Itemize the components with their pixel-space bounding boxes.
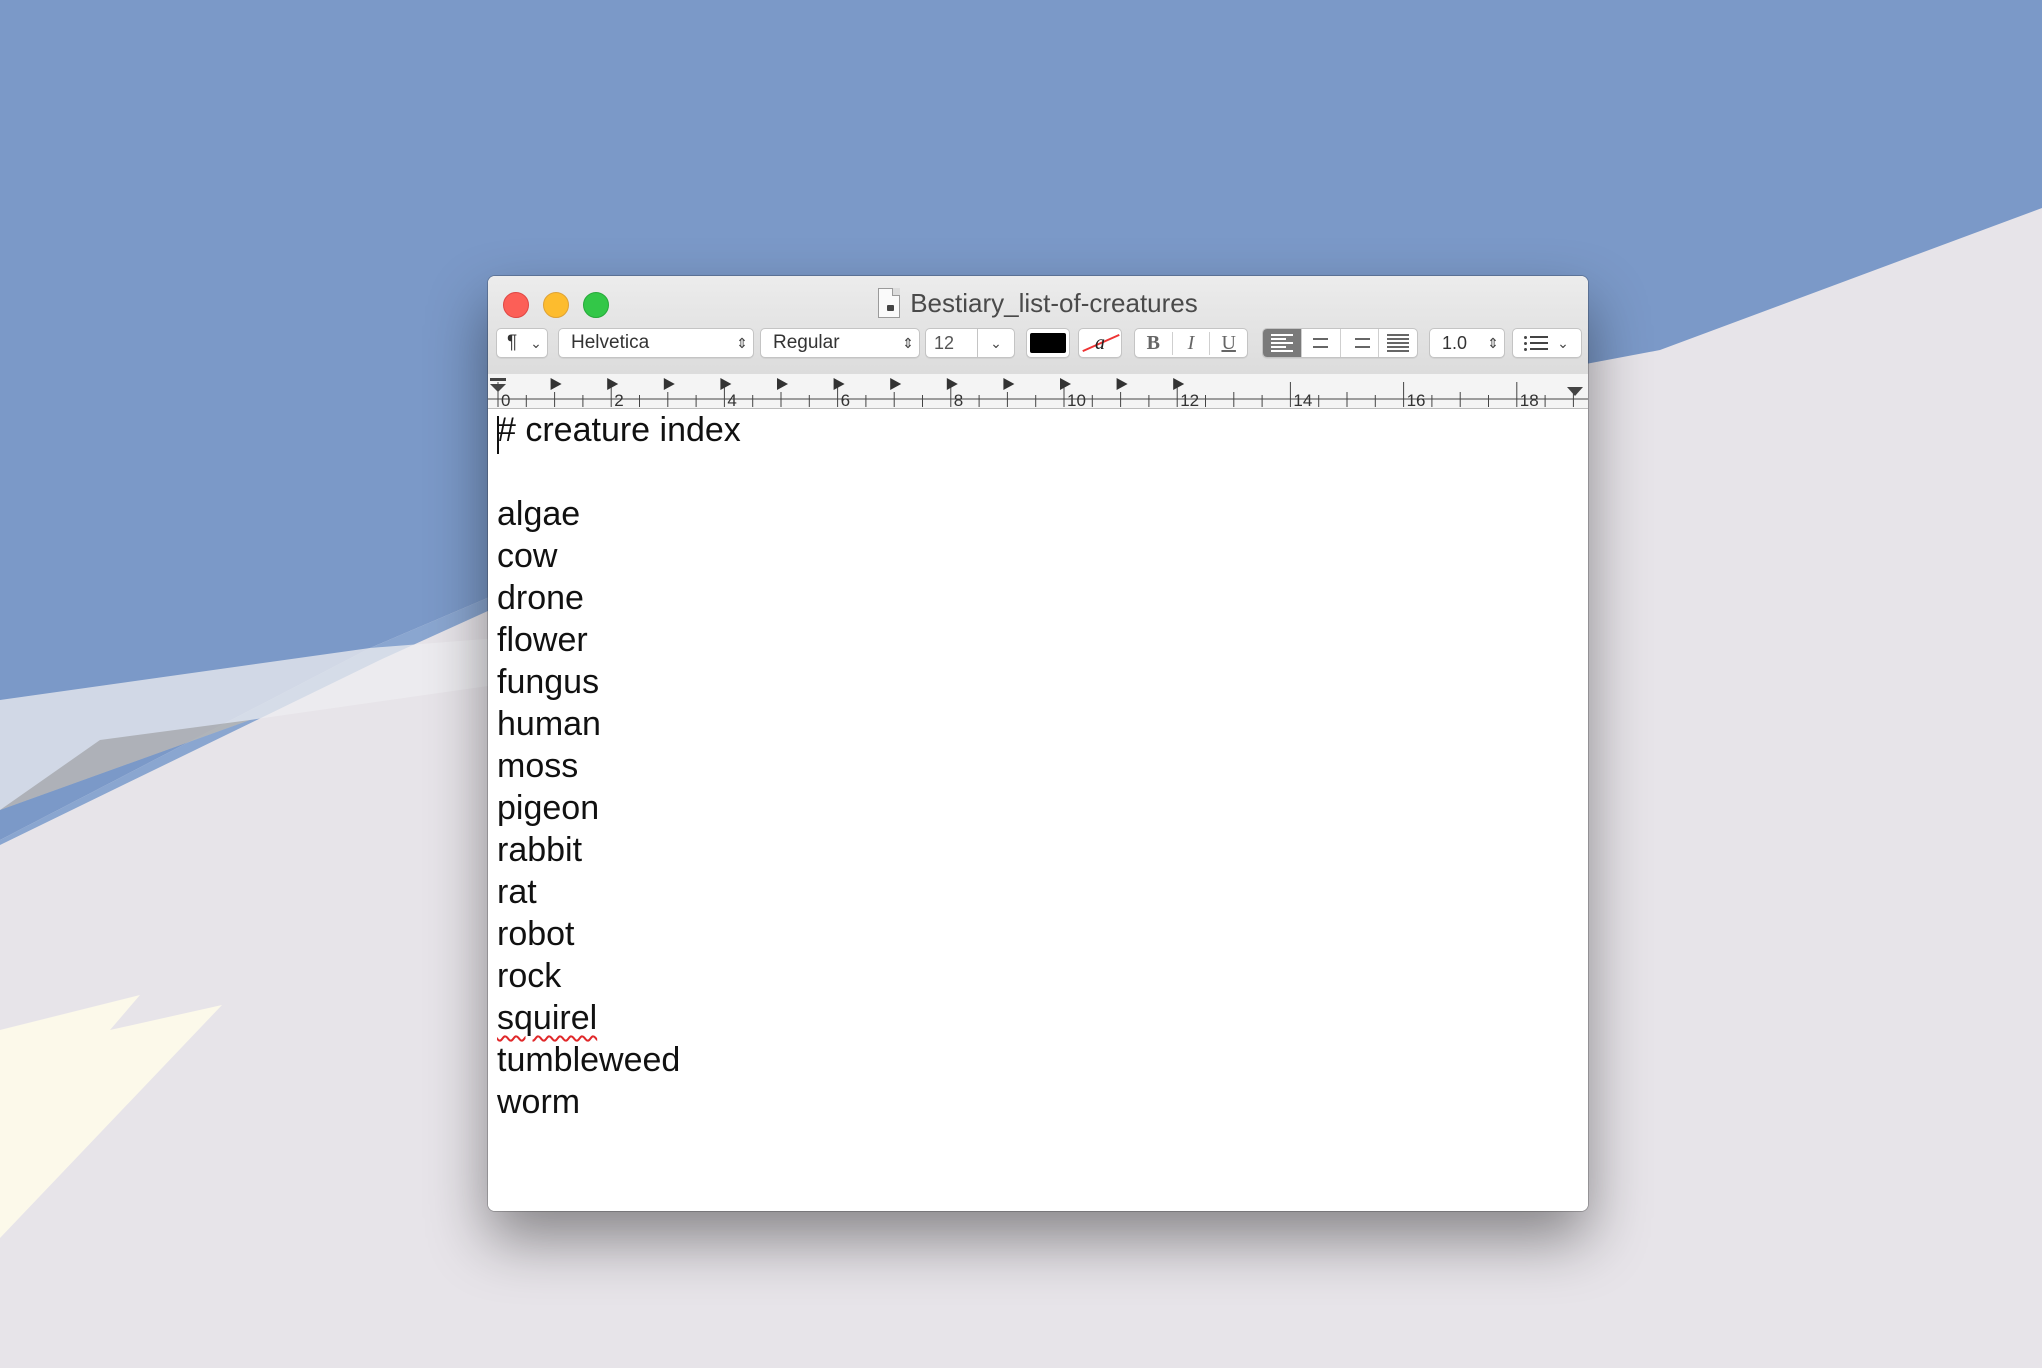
list-item: human (497, 705, 601, 743)
tab-stop-marker[interactable] (946, 378, 958, 390)
tab-stop-marker[interactable] (777, 378, 788, 390)
align-right-icon (1348, 334, 1371, 352)
paragraph-styles-button[interactable]: ¶ ⌄ (496, 328, 548, 358)
tab-stop-marker[interactable] (550, 378, 562, 390)
ruler[interactable]: 0 2 4 6 8 10 12 14 16 18 (488, 374, 1588, 409)
textedit-window: Bestiary_list-of-creatures ¶ ⌄ Helvetica… (488, 276, 1588, 1211)
list-bullets-button[interactable]: ⌄ (1512, 328, 1582, 358)
font-size-value[interactable]: 12 (926, 333, 977, 354)
list-item: rabbit (497, 831, 583, 869)
tab-stop-marker[interactable] (1003, 378, 1015, 390)
bulleted-list-icon (1524, 335, 1548, 351)
align-right-button[interactable] (1339, 329, 1379, 357)
misspelled-word[interactable]: squirel (497, 999, 597, 1037)
font-size-combobox[interactable]: 12 ⌄ (925, 328, 1015, 358)
list-item: worm (497, 1083, 581, 1121)
document-heading: # creature index (497, 411, 741, 449)
ruler-label: 2 (614, 391, 623, 408)
document-text[interactable]: # creature index algae cow drone flower fung… (497, 409, 741, 1123)
ruler-label: 16 (1407, 391, 1426, 408)
chevron-down-icon[interactable]: ⌄ (978, 335, 1014, 352)
highlight-letter: a (1095, 331, 1105, 354)
line-spacing-select[interactable]: 1.0 ⇕ (1429, 328, 1505, 358)
window-title: Bestiary_list-of-creatures (910, 287, 1198, 318)
ruler-label: 14 (1293, 391, 1312, 408)
font-family-value: Helvetica (571, 332, 650, 353)
list-item: squirel (497, 997, 741, 1039)
tab-stop-marker[interactable] (720, 378, 732, 390)
tab-stop-marker[interactable] (1116, 378, 1128, 390)
updown-chevron-icon: ⇕ (1487, 334, 1499, 351)
font-style-value: Regular (773, 332, 840, 353)
list-item: cow (497, 537, 558, 575)
tab-stop-marker[interactable] (663, 378, 675, 390)
list-item: pigeon (497, 789, 600, 827)
format-bar: ¶ ⌄ Helvetica ⇕ Regular ⇕ 12 ⌄ a B I U 1… (488, 326, 1588, 362)
paragraph-icon: ¶ (507, 332, 518, 353)
tab-stop-marker[interactable] (607, 378, 619, 390)
document-body[interactable]: # creature index algae cow drone flower fung… (488, 409, 1588, 1211)
tab-stop-marker[interactable] (890, 378, 902, 390)
tab-stop-marker[interactable] (833, 378, 845, 390)
chevron-down-icon: ⌄ (530, 334, 542, 351)
list-item: tumbleweed (497, 1041, 681, 1079)
alignment-buttons (1262, 328, 1418, 358)
ruler-label: 12 (1180, 391, 1199, 408)
ruler-label: 0 (501, 391, 510, 408)
font-family-select[interactable]: Helvetica ⇕ (558, 328, 754, 358)
chevron-down-icon: ⌄ (1557, 334, 1569, 351)
align-left-icon (1270, 334, 1293, 352)
right-margin-marker[interactable] (1567, 387, 1583, 396)
font-style-select[interactable]: Regular ⇕ (760, 328, 920, 358)
window-titlebar: Bestiary_list-of-creatures ¶ ⌄ Helvetica… (488, 276, 1588, 375)
updown-chevron-icon: ⇕ (736, 334, 748, 351)
ruler-label: 18 (1520, 391, 1539, 408)
tab-stop-marker[interactable] (1173, 378, 1185, 390)
text-color-button[interactable] (1026, 328, 1070, 358)
list-item: moss (497, 747, 579, 785)
text-style-buttons: B I U (1134, 328, 1248, 358)
ruler-label: 10 (1067, 391, 1086, 408)
list-item: flower (497, 621, 588, 659)
document-icon[interactable] (878, 288, 901, 318)
list-item: rock (497, 957, 562, 995)
underline-button[interactable]: U (1209, 331, 1247, 355)
justify-icon (1387, 334, 1410, 352)
ruler-label: 4 (727, 391, 736, 408)
align-center-button[interactable] (1300, 329, 1340, 357)
bold-button[interactable]: B (1135, 332, 1172, 355)
align-left-button[interactable] (1263, 329, 1301, 357)
list-item: rat (497, 873, 537, 911)
list-item: algae (497, 495, 581, 533)
ruler-graphic: 0 2 4 6 8 10 12 14 16 18 (488, 378, 1588, 408)
creature-list: algae cow drone flower fungus human moss pigeon… (497, 493, 741, 1123)
italic-button[interactable]: I (1171, 331, 1210, 355)
ruler-label: 6 (841, 391, 850, 408)
line-spacing-value: 1.0 (1442, 332, 1468, 353)
align-center-icon (1310, 334, 1332, 352)
list-item: robot (497, 915, 575, 953)
window-title-area: Bestiary_list-of-creatures (488, 281, 1588, 325)
updown-chevron-icon: ⇕ (902, 334, 914, 351)
justify-button[interactable] (1378, 329, 1417, 357)
tab-stop-marker[interactable] (1060, 378, 1071, 390)
text-color-swatch (1030, 333, 1066, 353)
highlight-color-button[interactable]: a (1078, 328, 1122, 358)
first-line-indent-marker[interactable] (490, 378, 506, 381)
list-item: drone (497, 579, 584, 617)
list-item: fungus (497, 663, 600, 701)
ruler-label: 8 (954, 391, 963, 408)
